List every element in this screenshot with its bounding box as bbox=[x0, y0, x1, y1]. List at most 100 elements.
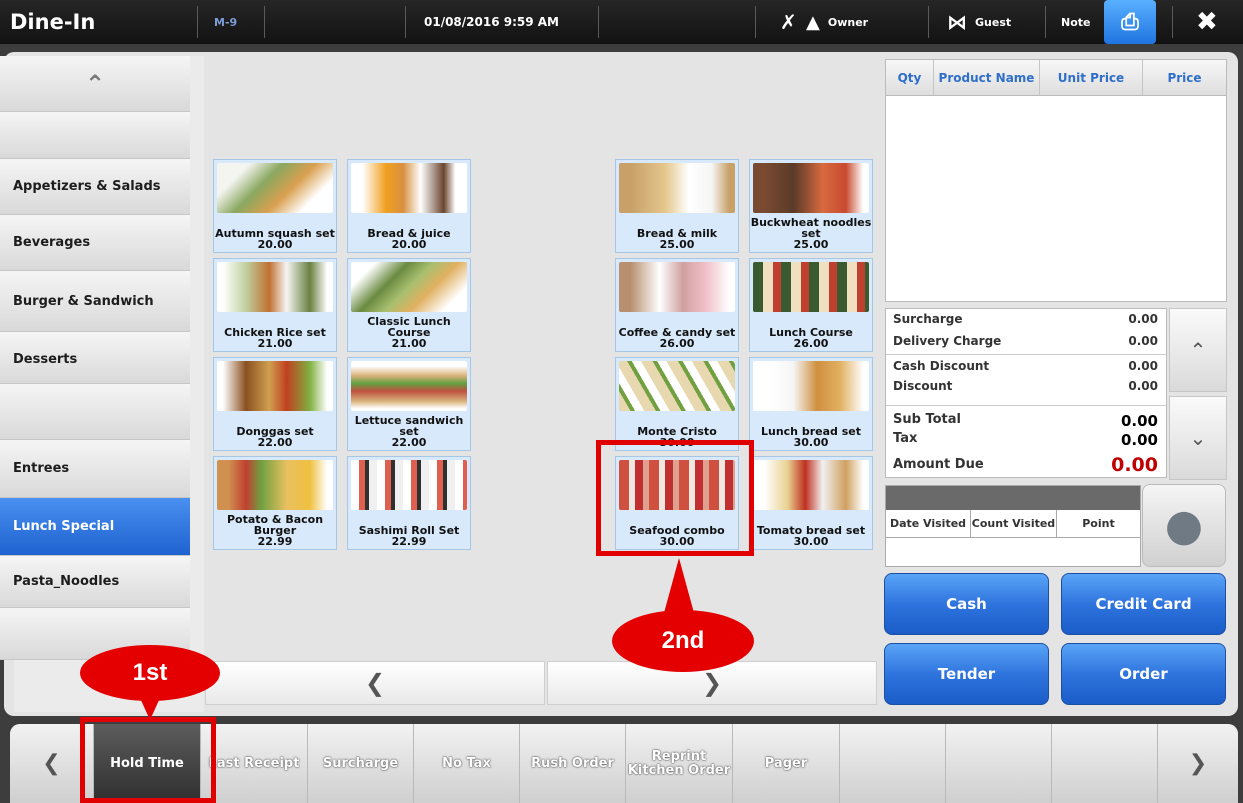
product-price: 22.00 bbox=[391, 436, 427, 449]
product-price: 26.00 bbox=[659, 337, 695, 350]
customer-search-button[interactable]: ● bbox=[1142, 484, 1226, 567]
no-tax-button[interactable]: No Tax bbox=[414, 724, 520, 803]
product-tile[interactable]: Lettuce sandwich set 22.00 bbox=[347, 357, 471, 451]
product-image bbox=[619, 361, 735, 411]
product-tile[interactable]: Bread & juice 20.00 bbox=[347, 159, 471, 253]
column-count-visited: Count Visited bbox=[971, 510, 1057, 537]
reprint-kitchen-order-button[interactable]: Reprint Kitchen Order bbox=[626, 724, 733, 803]
callout-pointer bbox=[664, 558, 694, 613]
product-name: Classic Lunch Course bbox=[367, 315, 451, 339]
product-tile[interactable]: Tomato bread set 30.00 bbox=[749, 456, 873, 550]
close-icon[interactable]: ✖ bbox=[1196, 0, 1218, 44]
product-price: 26.00 bbox=[793, 337, 829, 350]
product-tile[interactable]: Autumn squash set 20.00 bbox=[213, 159, 337, 253]
divider bbox=[886, 354, 1166, 355]
order-button[interactable]: Order bbox=[1061, 643, 1226, 705]
top-bar: Dine-In M-9 01/08/2016 9:59 AM ✗ ▲ Owner… bbox=[0, 0, 1243, 44]
totals-panel: Surcharge 0.00 Delivery Charge 0.00 Cash D… bbox=[885, 308, 1167, 478]
cash-discount-row: Cash Discount 0.00 bbox=[893, 359, 1158, 373]
product-price: 22.00 bbox=[257, 436, 293, 449]
last-receipt-button[interactable]: Last Receipt bbox=[201, 724, 308, 803]
category-empty bbox=[0, 112, 190, 159]
product-image bbox=[351, 361, 467, 411]
product-image bbox=[619, 262, 735, 312]
pager-button[interactable]: Pager bbox=[733, 724, 840, 803]
product-prev-page-button[interactable]: ❮ bbox=[205, 661, 545, 705]
product-price: 30.00 bbox=[793, 436, 829, 449]
subtotal-value: 0.00 bbox=[1120, 412, 1158, 430]
customer-name-bar bbox=[886, 486, 1140, 510]
product-tile[interactable]: Sashimi Roll Set 22.99 bbox=[347, 456, 471, 550]
product-tile[interactable]: Bread & milk 25.00 bbox=[615, 159, 739, 253]
credit-card-button[interactable]: Credit Card bbox=[1061, 573, 1226, 635]
column-qty: Qty bbox=[886, 60, 934, 95]
tax-value: 0.00 bbox=[1120, 431, 1158, 449]
divider bbox=[598, 6, 599, 38]
toolbar-empty-button[interactable] bbox=[1052, 724, 1158, 803]
product-name: Potato & Bacon Burger bbox=[226, 513, 324, 537]
category-burger-sandwich[interactable]: Burger & Sandwich bbox=[0, 271, 190, 332]
customer-info-table: Date Visited Count Visited Point bbox=[885, 485, 1141, 567]
product-image bbox=[351, 460, 467, 510]
totals-scroll-up-button[interactable]: ⌃ bbox=[1169, 308, 1227, 392]
category-scroll-up-button[interactable]: ⌃ bbox=[0, 56, 190, 112]
datetime-display: 01/08/2016 9:59 AM bbox=[424, 15, 559, 29]
cash-discount-value: 0.00 bbox=[1128, 359, 1158, 373]
category-pasta-noodles[interactable]: Pasta_Noodles bbox=[0, 556, 190, 608]
toolbar-next-button[interactable]: ❯ bbox=[1158, 724, 1238, 803]
product-name: Buckwheat noodles set bbox=[750, 216, 872, 240]
order-table[interactable]: Qty Product Name Unit Price Price bbox=[885, 59, 1227, 302]
category-desserts[interactable]: Desserts bbox=[0, 332, 190, 384]
cash-button[interactable]: Cash bbox=[884, 573, 1049, 635]
guest-icon: ⋈ bbox=[947, 10, 967, 34]
category-lunch-special[interactable]: Lunch Special bbox=[0, 498, 190, 556]
cloche-icon: ▲ bbox=[806, 11, 820, 33]
utensils-icon[interactable]: ✗ bbox=[780, 0, 797, 44]
subtotal-label: Sub Total bbox=[893, 412, 961, 427]
column-date-visited: Date Visited bbox=[886, 510, 971, 537]
totals-scroll-down-button[interactable]: ⌄ bbox=[1169, 396, 1227, 480]
product-tile[interactable]: Classic Lunch Course 21.00 bbox=[347, 258, 471, 352]
product-tile[interactable]: Buckwheat noodles set 25.00 bbox=[749, 159, 873, 253]
product-tile[interactable]: Potato & Bacon Burger 22.99 bbox=[213, 456, 337, 550]
divider bbox=[405, 6, 406, 38]
customer-search-icon: ● bbox=[1164, 500, 1204, 551]
tender-button[interactable]: Tender bbox=[884, 643, 1049, 705]
customer-info-header: Date Visited Count Visited Point bbox=[886, 510, 1140, 538]
note-button[interactable]: Note bbox=[1061, 0, 1090, 44]
surcharge-value: 0.00 bbox=[1128, 312, 1158, 326]
toolbar-empty-button[interactable] bbox=[946, 724, 1052, 803]
product-tile[interactable]: Donggas set 22.00 bbox=[213, 357, 337, 451]
product-image bbox=[753, 163, 869, 213]
product-tile[interactable]: Lunch bread set 30.00 bbox=[749, 357, 873, 451]
table-number[interactable]: M-9 bbox=[214, 0, 237, 44]
product-tile[interactable]: Lunch Course 26.00 bbox=[749, 258, 873, 352]
printer-icon[interactable]: ⎙ bbox=[1104, 0, 1156, 44]
divider bbox=[886, 405, 1166, 406]
product-tile[interactable]: Coffee & candy set 26.00 bbox=[615, 258, 739, 352]
product-tile[interactable]: Chicken Rice set 21.00 bbox=[213, 258, 337, 352]
product-tile[interactable]: Monte Cristo 30.00 bbox=[615, 357, 739, 451]
category-entrees[interactable]: Entrees bbox=[0, 440, 190, 498]
product-price: 30.00 bbox=[793, 535, 829, 548]
product-price: 22.99 bbox=[257, 535, 293, 548]
product-price: 25.00 bbox=[659, 238, 695, 251]
owner-button[interactable]: ▲ Owner bbox=[806, 0, 868, 44]
category-appetizers-salads[interactable]: Appetizers & Salads bbox=[0, 159, 190, 215]
product-image bbox=[217, 460, 333, 510]
product-price: 20.00 bbox=[391, 238, 427, 251]
cash-discount-label: Cash Discount bbox=[893, 359, 990, 373]
product-price: 25.00 bbox=[793, 238, 829, 251]
delivery-value: 0.00 bbox=[1128, 334, 1158, 348]
category-beverages[interactable]: Beverages bbox=[0, 215, 190, 271]
product-image bbox=[217, 163, 333, 213]
rush-order-button[interactable]: Rush Order bbox=[520, 724, 626, 803]
toolbar-empty-button[interactable] bbox=[840, 724, 946, 803]
surcharge-button[interactable]: Surcharge bbox=[308, 724, 414, 803]
product-image bbox=[753, 361, 869, 411]
discount-value: 0.00 bbox=[1128, 379, 1158, 393]
amount-due-row: Amount Due 0.00 bbox=[893, 454, 1158, 476]
guest-button[interactable]: ⋈ Guest bbox=[947, 0, 1011, 44]
column-point: Point bbox=[1082, 517, 1115, 530]
category-empty[interactable] bbox=[0, 384, 190, 440]
